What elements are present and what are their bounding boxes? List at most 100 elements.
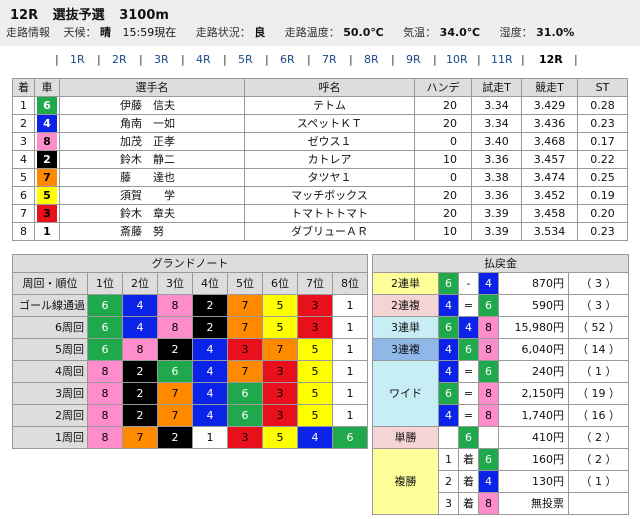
car-number: 6 <box>34 96 60 115</box>
header-lap: 周回・順位 <box>12 272 88 295</box>
popularity: （ 1 ） <box>567 470 630 493</box>
payout-row: 2連単 6 - 4 870円 （ 3 ） <box>372 272 630 295</box>
lap-row: 2周回 8 2 7 4 6 3 5 1 <box>12 404 369 427</box>
payout-row: ワイド 4 = 6 240円 （ 1 ） <box>372 360 630 427</box>
bet-type: 単勝 <box>372 426 439 449</box>
payout-row: 3連複 4 6 8 6,040円 （ 14 ） <box>372 338 630 361</box>
racer-name: 鈴木 静二 <box>59 150 245 169</box>
tab-3r[interactable]: 3R <box>154 53 169 66</box>
place-rank: 2 <box>438 470 459 493</box>
racer-name: 加茂 正孝 <box>59 132 245 151</box>
tab-10r[interactable]: 10R <box>446 53 468 66</box>
tab-11r[interactable]: 11R <box>491 53 513 66</box>
lap-car: 4 <box>122 294 158 317</box>
lap-car: 8 <box>157 316 193 339</box>
tab-2r[interactable]: 2R <box>112 53 127 66</box>
lap-car: 7 <box>157 382 193 405</box>
popularity: （ 1 ） <box>567 360 630 383</box>
header-rank-2: 2位 <box>122 272 158 295</box>
lap-car: 5 <box>262 426 298 449</box>
hande: 0 <box>414 168 472 187</box>
tab-1r[interactable]: 1R <box>70 53 85 66</box>
lap-row: 6周回 6 4 8 2 7 5 3 1 <box>12 316 369 339</box>
payout-amount: 870円 <box>498 272 569 295</box>
tab-8r[interactable]: 8R <box>364 53 379 66</box>
bet-car: 4 <box>478 470 499 493</box>
lap-car: 4 <box>192 404 228 427</box>
lap-car: 5 <box>262 316 298 339</box>
entries-header-row: 着 車 選手名 呼名 ハンデ 試走T 競走T ST <box>12 78 628 97</box>
table-row: 3 8 加茂 正孝 ゼウス１ 0 3.40 3.468 0.17 <box>12 132 628 151</box>
header-hande: ハンデ <box>414 78 472 97</box>
tab-6r[interactable]: 6R <box>280 53 295 66</box>
start-timing: 0.23 <box>577 114 628 133</box>
lap-label: 1周回 <box>12 426 88 449</box>
bet-car: 6 <box>438 382 459 405</box>
tab-separator: | <box>433 53 437 66</box>
tab-7r[interactable]: 7R <box>322 53 337 66</box>
payout-row: 複勝 1 着 6 160円 （ 2 ） <box>372 448 630 515</box>
table-row: 4 2 鈴木 静二 カトレア 10 3.36 3.457 0.22 <box>12 150 628 169</box>
header-rank-8: 8位 <box>331 272 369 295</box>
hande: 20 <box>414 204 472 223</box>
payout-amount: 1,740円 <box>498 404 569 427</box>
tab-5r[interactable]: 5R <box>238 53 253 66</box>
lap-car: 3 <box>262 404 298 427</box>
tab-9r[interactable]: 9R <box>406 53 421 66</box>
payout-title-row: 払戻金 <box>371 254 630 273</box>
start-timing: 0.25 <box>577 168 628 187</box>
finish-position: 6 <box>12 186 35 205</box>
bet-car: 8 <box>478 382 499 405</box>
lap-car: 2 <box>157 426 193 449</box>
header-rank-7: 7位 <box>297 272 333 295</box>
car-number: 7 <box>34 168 60 187</box>
header-rank-5: 5位 <box>227 272 263 295</box>
header-trial: 試走T <box>471 78 522 97</box>
tab-12r[interactable]: 12R <box>539 53 563 66</box>
table-row: 1 6 伊藤 信夫 テトム 20 3.34 3.429 0.28 <box>12 96 628 115</box>
tab-separator: | <box>181 53 185 66</box>
lap-car: 6 <box>87 316 123 339</box>
lap-car: 4 <box>122 316 158 339</box>
bet-car: 6 <box>478 360 499 383</box>
header-car: 車 <box>34 78 60 97</box>
payout-amount: 410円 <box>498 426 569 449</box>
popularity: （ 2 ） <box>567 426 630 449</box>
race-time: 3.474 <box>521 168 578 187</box>
finish-position: 1 <box>12 96 35 115</box>
tab-separator: | <box>139 53 143 66</box>
bet-separator: = <box>458 404 479 427</box>
trial-time: 3.34 <box>471 96 522 115</box>
lap-label: ゴール線通過 <box>12 294 88 317</box>
place-chaku: 着 <box>458 470 479 493</box>
racer-nick: テトム <box>244 96 415 115</box>
lap-car: 1 <box>192 426 228 449</box>
lap-car: 3 <box>297 294 333 317</box>
hande: 0 <box>414 132 472 151</box>
place-chaku: 着 <box>458 492 479 515</box>
racer-nick: カトレア <box>244 150 415 169</box>
race-time: 3.429 <box>521 96 578 115</box>
race-tabs: | 1R | 2R | 3R | 4R | 5R | 6R | 7R | 8R … <box>0 50 640 70</box>
lap-car: 6 <box>227 404 263 427</box>
race-header: 12R 選抜予選 3100m 走路情報 天候： 晴 15:59現在 走路状況： … <box>0 0 640 46</box>
lap-car: 1 <box>331 382 369 405</box>
car-number: 8 <box>34 132 60 151</box>
tab-4r[interactable]: 4R <box>196 53 211 66</box>
car-number: 1 <box>34 222 60 241</box>
racer-nick: スペットＫＴ <box>244 114 415 133</box>
header-st: ST <box>577 78 628 97</box>
grand-note-title: グランドノート <box>11 254 369 273</box>
tab-separator: | <box>265 53 269 66</box>
bet-car: 4 <box>458 316 479 339</box>
track-value: 良 <box>254 26 266 39</box>
lap-car: 1 <box>331 338 369 361</box>
table-row: 5 7 藤 達也 タツヤ１ 0 3.38 3.474 0.25 <box>12 168 628 187</box>
finish-position: 4 <box>12 150 35 169</box>
start-timing: 0.22 <box>577 150 628 169</box>
lap-car: 5 <box>262 294 298 317</box>
lap-label: 3周回 <box>12 382 88 405</box>
tab-separator: | <box>307 53 311 66</box>
lap-car: 7 <box>157 404 193 427</box>
lap-car: 7 <box>227 360 263 383</box>
